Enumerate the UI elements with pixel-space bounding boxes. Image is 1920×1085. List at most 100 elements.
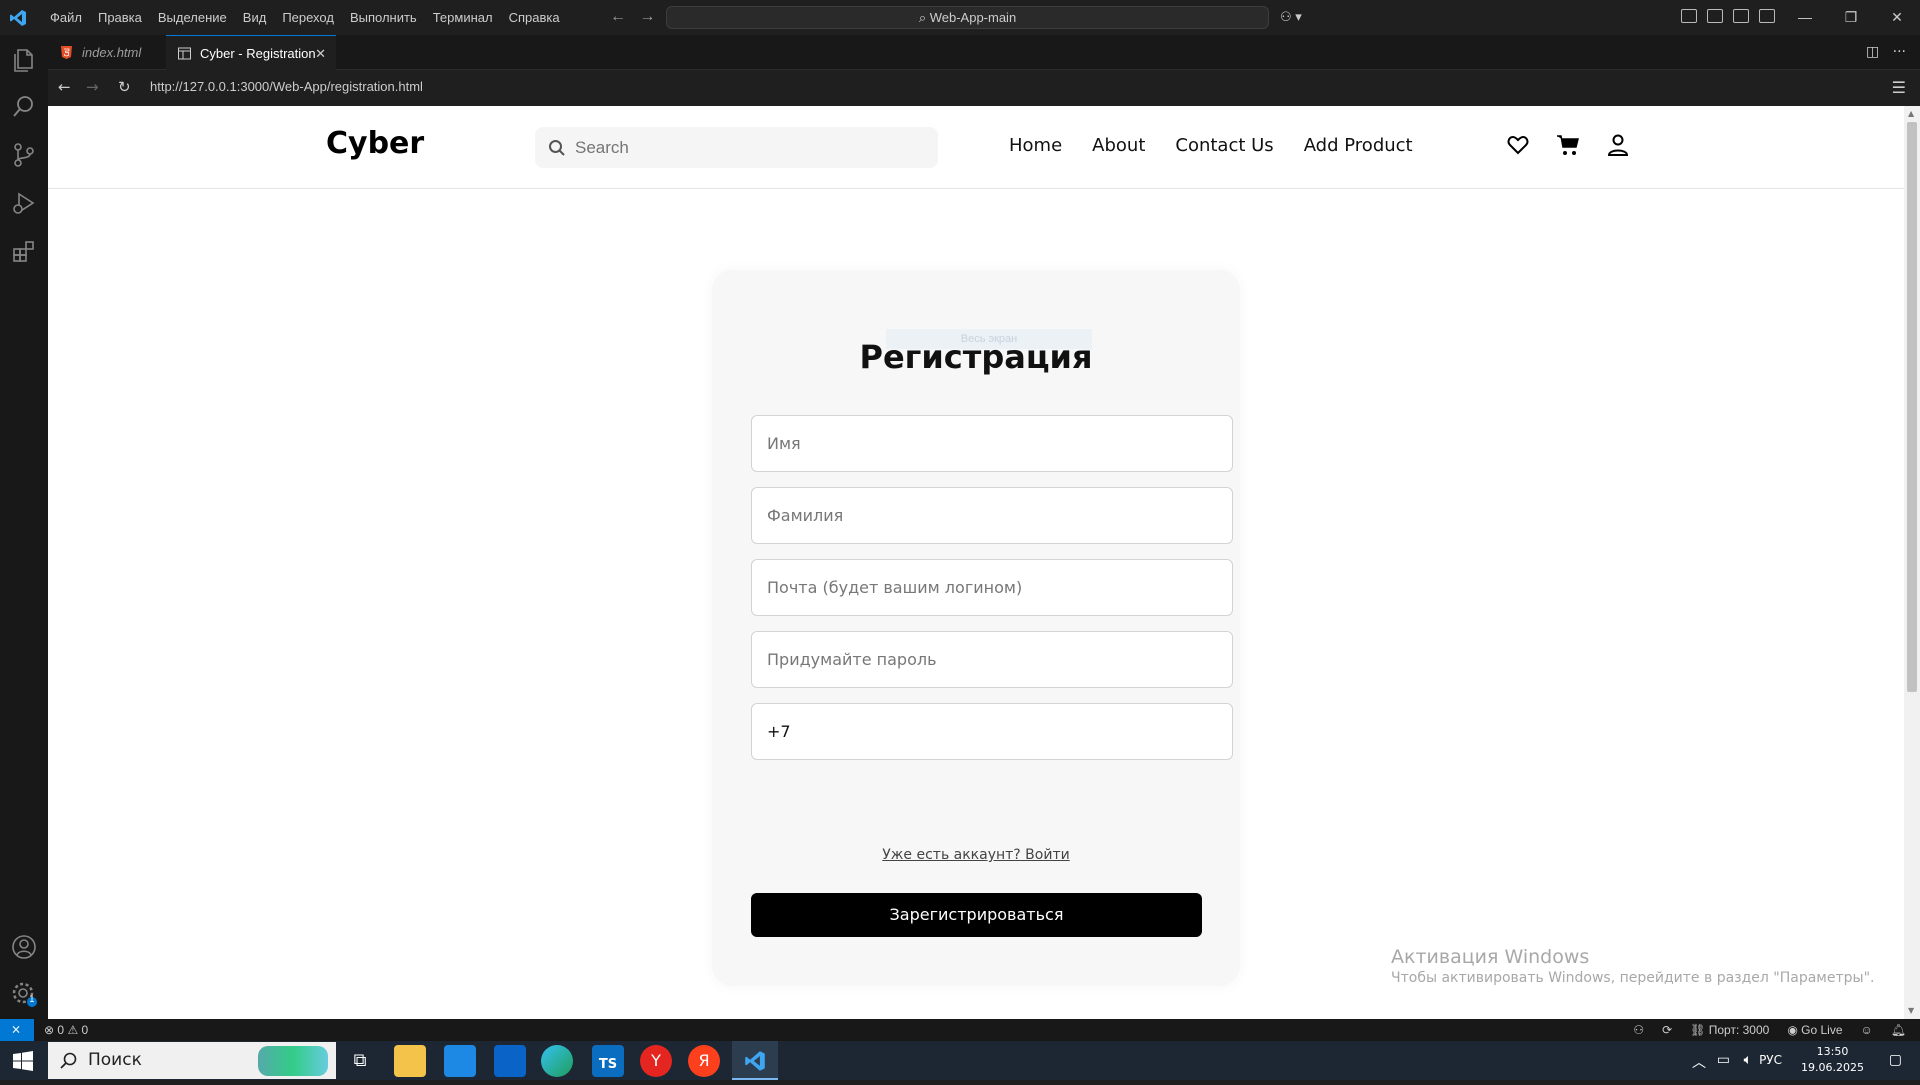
windows-activation-watermark: Активация Windows Чтобы активировать Win… xyxy=(1391,946,1874,986)
yandex-browser-icon[interactable]: Y xyxy=(640,1045,672,1077)
browser-preview-icon xyxy=(178,47,191,60)
vscode-logo-icon xyxy=(10,10,26,26)
back-arrow-icon[interactable]: ← xyxy=(58,78,71,96)
task-view-icon[interactable]: ⧉ xyxy=(344,1045,376,1077)
header-icons xyxy=(1506,133,1630,157)
menu-view[interactable]: Вид xyxy=(235,0,275,35)
nav-contact-us[interactable]: Contact Us xyxy=(1175,135,1273,156)
extensions-icon[interactable] xyxy=(10,237,38,265)
tray-chevron-icon[interactable]: ︿ xyxy=(1692,1052,1706,1072)
nav-about[interactable]: About xyxy=(1092,135,1145,156)
command-center[interactable]: ⌕ Web-App-main xyxy=(666,6,1269,29)
notifications-bell-icon[interactable]: 🔔︎ xyxy=(1891,1023,1906,1037)
vscode-taskbar-icon[interactable] xyxy=(732,1041,778,1080)
scroll-up-icon[interactable]: ▲ xyxy=(1908,109,1914,118)
network-icon[interactable]: ▭ xyxy=(1717,1052,1730,1068)
typescript-icon[interactable]: TS xyxy=(592,1045,624,1077)
run-debug-icon[interactable] xyxy=(10,189,38,217)
close-tab-icon[interactable]: ✕ xyxy=(315,36,326,71)
cart-icon[interactable] xyxy=(1556,133,1580,157)
browser-menu-icon[interactable]: ☰ xyxy=(1892,78,1906,97)
taskbar-clock[interactable]: 13:50 19.06.2025 xyxy=(1801,1044,1864,1076)
copilot-icon[interactable]: ⚇ ▾ xyxy=(1280,9,1302,25)
password-field[interactable]: Придумайте пароль xyxy=(751,631,1233,688)
site-logo[interactable]: Cyber xyxy=(326,126,424,161)
search-highlight-image xyxy=(258,1046,328,1076)
outlook-icon[interactable] xyxy=(494,1045,526,1077)
user-icon[interactable] xyxy=(1606,133,1630,157)
url-input[interactable]: http://127.0.0.1:3000/Web-App/registrati… xyxy=(150,79,423,94)
page-scrollbar[interactable]: ▲ ▼ xyxy=(1904,106,1920,1019)
tab-label: Cyber - Registration xyxy=(200,46,316,61)
search-icon[interactable] xyxy=(10,93,38,121)
site-search-input[interactable] xyxy=(535,127,938,168)
port-status[interactable]: ⛓ Порт: 3000 xyxy=(1690,1023,1769,1037)
register-button[interactable]: Зарегистрироваться xyxy=(751,893,1202,937)
edge-icon[interactable] xyxy=(541,1045,573,1077)
reload-icon[interactable]: ↻ xyxy=(118,78,131,96)
vscode-logo-icon xyxy=(745,1051,765,1071)
menu-run[interactable]: Выполнить xyxy=(342,0,425,35)
split-editor-icon[interactable]: ◫ xyxy=(1866,44,1879,60)
sync-icon[interactable]: ⟳ xyxy=(1662,1023,1672,1037)
go-live-status[interactable]: ◉ Go Live xyxy=(1787,1023,1842,1037)
toggle-panel-icon[interactable] xyxy=(1733,9,1749,23)
copilot-status-icon[interactable]: ⚇ xyxy=(1633,1023,1644,1037)
language-indicator[interactable]: РУС xyxy=(1759,1053,1782,1067)
restore-icon[interactable]: ❐ xyxy=(1828,0,1874,35)
layout-controls xyxy=(1681,9,1775,23)
customize-layout-icon[interactable] xyxy=(1681,9,1697,23)
phone-field[interactable]: +7 xyxy=(751,703,1233,760)
ms-store-icon[interactable] xyxy=(444,1045,476,1077)
tab-index-html[interactable]: index.html xyxy=(48,35,166,70)
problems-indicator[interactable]: ⊗ 0 ⚠ 0 xyxy=(44,1023,88,1037)
explorer-icon[interactable] xyxy=(10,45,38,73)
minimize-icon[interactable]: — xyxy=(1782,0,1828,35)
toggle-primary-sidebar-icon[interactable] xyxy=(1707,9,1723,23)
history-nav: ← → xyxy=(610,8,655,26)
settings-badge: 1 xyxy=(29,995,35,1005)
activity-bar: 1 xyxy=(0,35,48,1020)
browser-toolbar: ← → ↻ http://127.0.0.1:3000/Web-App/regi… xyxy=(48,70,1920,105)
source-control-icon[interactable] xyxy=(10,141,38,169)
tab-cyber-registration[interactable]: Cyber - Registration ✕ xyxy=(166,35,336,70)
action-center-icon[interactable]: ▢ xyxy=(1889,1052,1902,1068)
back-arrow-icon[interactable]: ← xyxy=(610,8,626,25)
taskbar-search[interactable]: Поиск xyxy=(48,1042,336,1079)
search-icon: ⌕ xyxy=(918,10,927,25)
heart-icon[interactable] xyxy=(1506,133,1530,157)
accounts-icon[interactable] xyxy=(10,933,38,961)
editor-tabs: index.html Cyber - Registration ✕ ◫ ··· xyxy=(48,35,1920,70)
volume-icon[interactable]: 🔈︎ xyxy=(1744,1052,1752,1068)
yandex-icon[interactable]: Я xyxy=(688,1045,720,1077)
menu-selection[interactable]: Выделение xyxy=(150,0,235,35)
menu-file[interactable]: Файл xyxy=(42,0,90,35)
nav-add-product[interactable]: Add Product xyxy=(1304,135,1413,156)
menu-edit[interactable]: Правка xyxy=(90,0,150,35)
scroll-down-icon[interactable]: ▼ xyxy=(1908,1006,1914,1015)
nav-home[interactable]: Home xyxy=(1009,135,1062,156)
site-header: Cyber Home About Contact Us Add Product xyxy=(48,106,1904,189)
menu-go[interactable]: Переход xyxy=(274,0,342,35)
last-name-field[interactable]: Фамилия xyxy=(751,487,1233,544)
editor-actions: ◫ ··· xyxy=(1866,44,1906,60)
window-controls: — ❐ ✕ xyxy=(1782,0,1920,35)
windows-taskbar: Поиск ⧉ TS Y Я ︿ ▭ 🔈︎ РУС 13:50 19.06.20… xyxy=(0,1041,1920,1080)
toggle-secondary-sidebar-icon[interactable] xyxy=(1759,9,1775,23)
menu-help[interactable]: Справка xyxy=(501,0,568,35)
login-link[interactable]: Уже есть аккаунт? Войти xyxy=(712,847,1240,863)
more-actions-icon[interactable]: ··· xyxy=(1893,44,1906,60)
activation-subtitle: Чтобы активировать Windows, перейдите в … xyxy=(1391,970,1875,986)
menu-terminal[interactable]: Терминал xyxy=(425,0,501,35)
forward-arrow-icon[interactable]: → xyxy=(86,78,99,96)
forward-arrow-icon[interactable]: → xyxy=(639,8,655,25)
first-name-field[interactable]: Имя xyxy=(751,415,1233,472)
remote-indicator[interactable]: ⨯ xyxy=(0,1019,34,1041)
feedback-icon[interactable]: ☺ xyxy=(1861,1023,1873,1037)
page-title: Регистрация xyxy=(859,338,1093,376)
scrollbar-thumb[interactable] xyxy=(1907,122,1917,692)
windows-start-icon[interactable] xyxy=(13,1051,33,1071)
file-explorer-icon[interactable] xyxy=(394,1045,426,1077)
email-field[interactable]: Почта (будет вашим логином) xyxy=(751,559,1233,616)
close-icon[interactable]: ✕ xyxy=(1874,0,1920,35)
